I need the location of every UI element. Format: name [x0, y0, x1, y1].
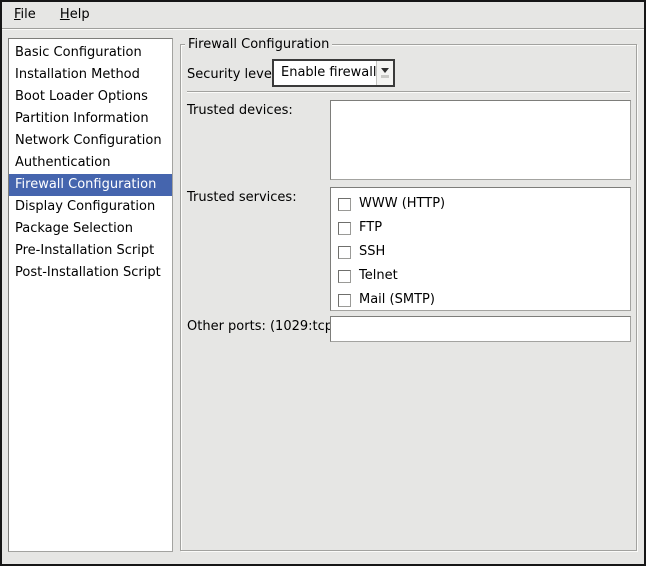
- frame-title: Firewall Configuration: [185, 36, 332, 53]
- horizontal-separator: [187, 91, 630, 92]
- service-row-telnet[interactable]: Telnet: [331, 264, 630, 288]
- sidebar-item-pre-installation-script[interactable]: Pre-Installation Script: [9, 240, 172, 262]
- other-ports-input[interactable]: [330, 316, 631, 342]
- kickstart-configurator-window: File Help Basic Configuration Installati…: [0, 0, 646, 566]
- checkbox-ftp[interactable]: [338, 222, 351, 235]
- sidebar-item-network-configuration[interactable]: Network Configuration: [9, 130, 172, 152]
- service-row-ftp[interactable]: FTP: [331, 216, 630, 240]
- other-ports-label: Other ports: (1029:tcp): [187, 319, 338, 334]
- sidebar-item-boot-loader-options[interactable]: Boot Loader Options: [9, 86, 172, 108]
- sidebar-item-firewall-configuration[interactable]: Firewall Configuration: [9, 174, 172, 196]
- trusted-services-label: Trusted services:: [187, 190, 297, 205]
- sidebar-item-package-selection[interactable]: Package Selection: [9, 218, 172, 240]
- checkbox-ssh[interactable]: [338, 246, 351, 259]
- sidebar-item-post-installation-script[interactable]: Post-Installation Script: [9, 262, 172, 284]
- security-level-value: Enable firewall: [274, 61, 376, 85]
- sidebar-item-display-configuration[interactable]: Display Configuration: [9, 196, 172, 218]
- sidebar-item-authentication[interactable]: Authentication: [9, 152, 172, 174]
- checkbox-mail-smtp[interactable]: [338, 294, 351, 307]
- menu-help[interactable]: Help: [50, 2, 100, 28]
- service-row-www-http[interactable]: WWW (HTTP): [331, 192, 630, 216]
- category-list: Basic Configuration Installation Method …: [8, 38, 173, 552]
- sidebar-item-installation-method[interactable]: Installation Method: [9, 64, 172, 86]
- trusted-devices-list[interactable]: [330, 100, 631, 180]
- checkbox-www-http[interactable]: [338, 198, 351, 211]
- sidebar-item-basic-configuration[interactable]: Basic Configuration: [9, 42, 172, 64]
- checkbox-telnet[interactable]: [338, 270, 351, 283]
- trusted-devices-label: Trusted devices:: [187, 103, 293, 118]
- service-row-ssh[interactable]: SSH: [331, 240, 630, 264]
- service-label: FTP: [359, 221, 382, 235]
- service-label: SSH: [359, 245, 385, 259]
- security-level-label: Security level:: [187, 67, 280, 82]
- service-label: Telnet: [359, 269, 398, 283]
- service-label: WWW (HTTP): [359, 197, 445, 211]
- sidebar-item-partition-information[interactable]: Partition Information: [9, 108, 172, 130]
- firewall-configuration-frame: Firewall Configuration Security level: E…: [180, 44, 637, 551]
- trusted-services-list: WWW (HTTP) FTP SSH Telnet Mail (SMTP): [330, 187, 631, 311]
- menu-file[interactable]: File: [4, 2, 46, 28]
- service-row-mail-smtp[interactable]: Mail (SMTP): [331, 288, 630, 311]
- menu-bar: File Help: [2, 2, 644, 29]
- dropdown-arrow-icon: [376, 61, 393, 85]
- service-label: Mail (SMTP): [359, 293, 435, 307]
- security-level-dropdown[interactable]: Enable firewall: [272, 59, 395, 87]
